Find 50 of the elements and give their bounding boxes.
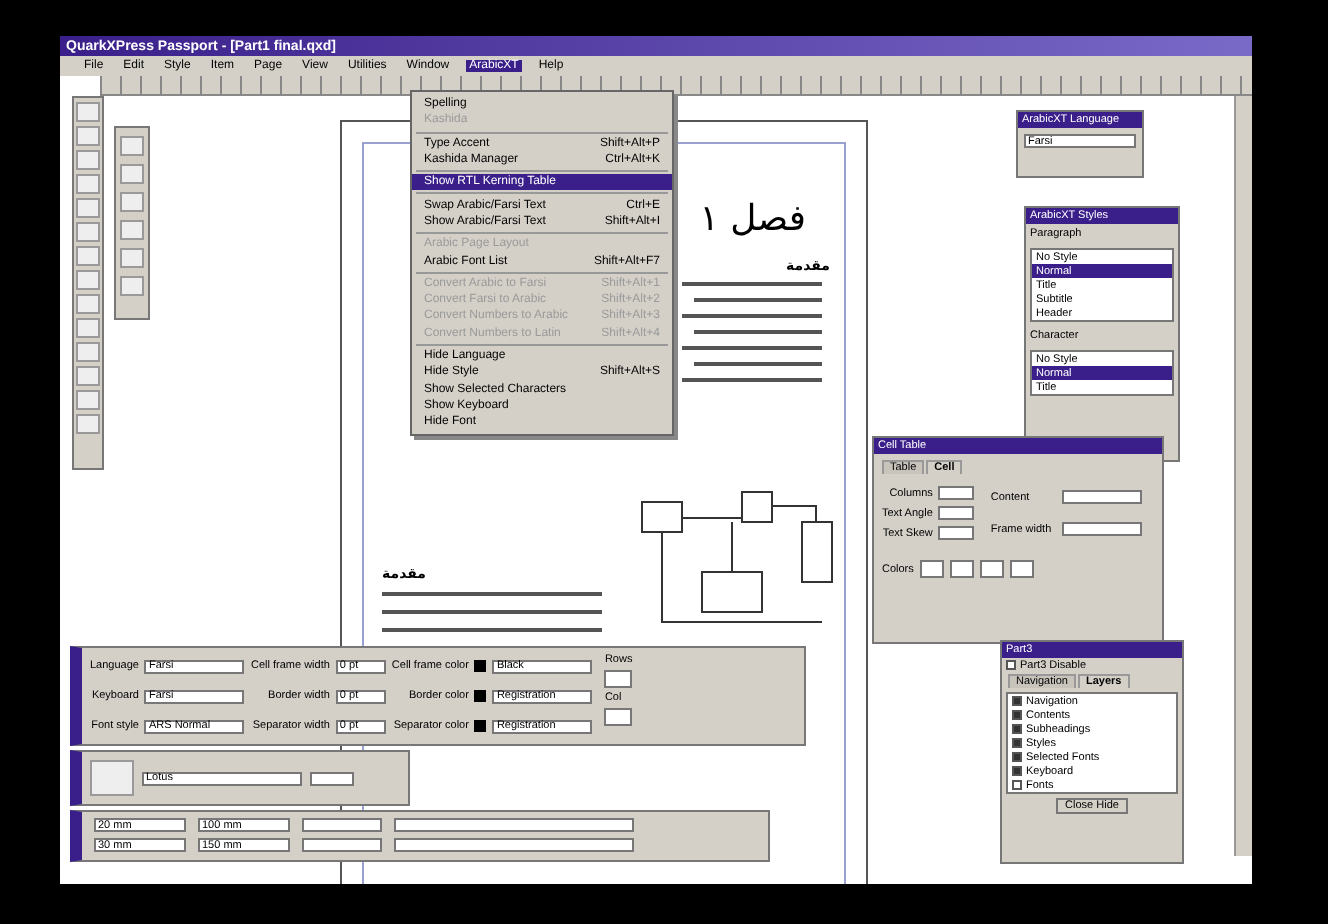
tool-icon[interactable]: [76, 390, 100, 410]
content-selector[interactable]: [1061, 490, 1142, 504]
chapter-heading: فصل ۱: [699, 198, 806, 240]
tool-icon[interactable]: [120, 220, 144, 240]
frame-width-dropdown[interactable]: [1061, 522, 1142, 536]
tool-icon[interactable]: [76, 342, 100, 362]
checkbox[interactable]: [1006, 660, 1016, 670]
checkbox[interactable]: [1012, 766, 1022, 776]
checkbox[interactable]: [1012, 696, 1022, 706]
cols-field[interactable]: [302, 838, 382, 852]
tool-icon[interactable]: [76, 222, 100, 242]
alignment-icon[interactable]: [90, 760, 134, 796]
angle-field[interactable]: [302, 818, 382, 832]
tool-icon[interactable]: [120, 276, 144, 296]
checkbox[interactable]: [1012, 752, 1022, 762]
checkbox[interactable]: [1012, 724, 1022, 734]
input-field[interactable]: [604, 708, 633, 726]
tool-icon[interactable]: [120, 192, 144, 212]
color-swatch: [474, 690, 487, 702]
tool-icon[interactable]: [76, 102, 100, 122]
input-field[interactable]: [938, 486, 975, 500]
color-swatch: [474, 660, 487, 672]
scrollbar[interactable]: [1234, 96, 1252, 856]
input-field[interactable]: [938, 506, 975, 520]
font-field[interactable]: [394, 818, 634, 832]
tool-icon[interactable]: [76, 150, 100, 170]
size-dropdown[interactable]: [310, 771, 354, 785]
input-field[interactable]: [604, 670, 633, 688]
tool-icon[interactable]: [76, 414, 100, 434]
tool-icon[interactable]: [76, 366, 100, 386]
tool-icon[interactable]: [76, 174, 100, 194]
tool-icon[interactable]: [76, 318, 100, 338]
tool-icon[interactable]: [76, 270, 100, 290]
input-field[interactable]: [938, 526, 975, 540]
tool-icon[interactable]: [76, 126, 100, 146]
tool-icon[interactable]: [120, 164, 144, 184]
text-lines-drawing: [682, 282, 822, 386]
tool-icon[interactable]: [120, 248, 144, 268]
tool-icon[interactable]: [120, 136, 144, 156]
checkbox[interactable]: [1012, 710, 1022, 720]
color-button[interactable]: [1009, 560, 1034, 578]
tool-icon[interactable]: [76, 198, 100, 218]
color-button[interactable]: [979, 560, 1004, 578]
tool-icon[interactable]: [76, 246, 100, 266]
checkbox[interactable]: [1012, 738, 1022, 748]
checkbox[interactable]: [1012, 780, 1022, 790]
color-button[interactable]: [949, 560, 974, 578]
color-button[interactable]: [919, 560, 944, 578]
tool-icon[interactable]: [76, 294, 100, 314]
color-swatch: [474, 720, 487, 732]
